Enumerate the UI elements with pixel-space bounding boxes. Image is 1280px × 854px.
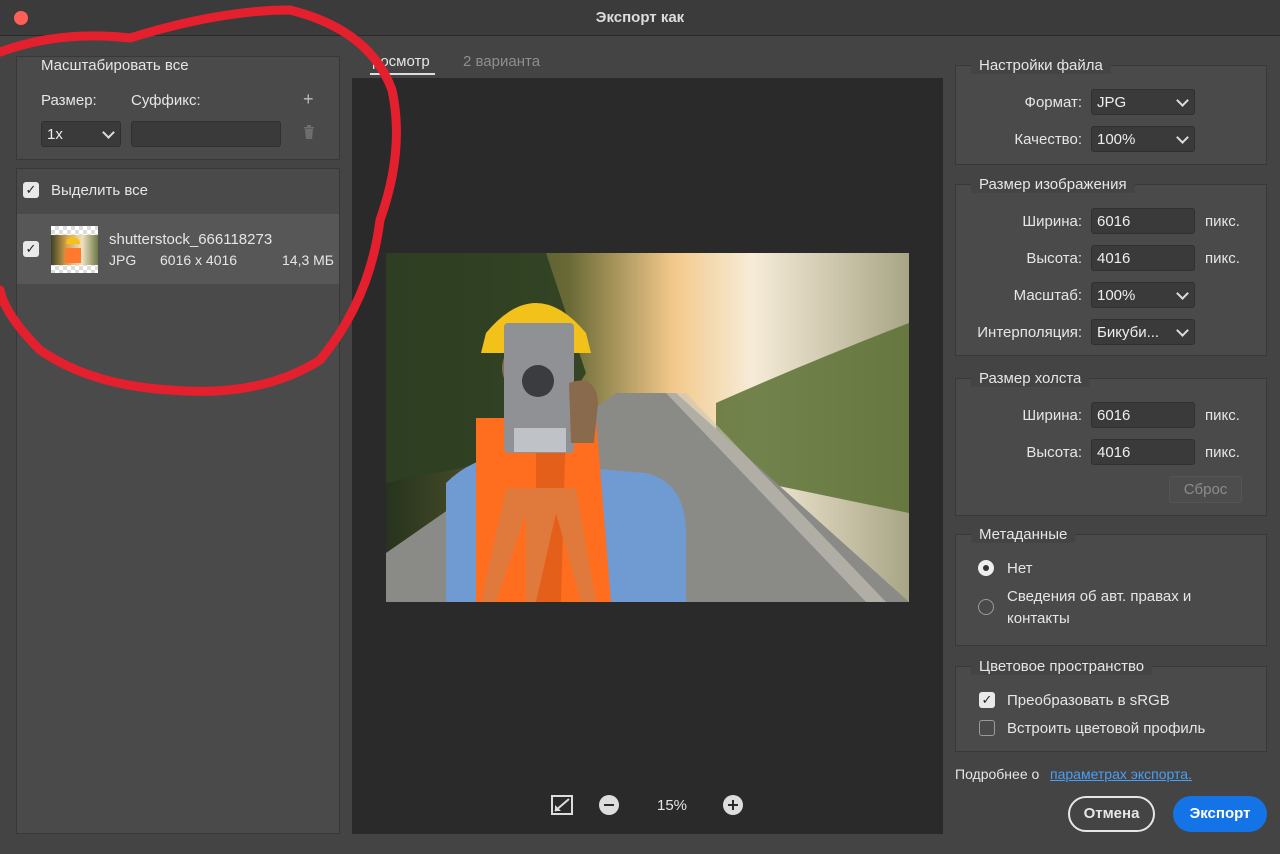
scale-select[interactable]: 100%: [1091, 282, 1195, 308]
canvas-size-heading: Размер холста: [971, 370, 1090, 387]
chevron-down-icon: [1176, 287, 1189, 300]
interpolation-label: Интерполяция:: [977, 324, 1082, 341]
convert-srgb-checkbox[interactable]: ✓: [979, 692, 995, 708]
learn-more-text: Подробнее о: [955, 766, 1040, 782]
color-space-panel: [955, 666, 1267, 752]
scale-label: Масштаб:: [1013, 287, 1082, 304]
metadata-none-radio[interactable]: [978, 560, 994, 576]
chevron-down-icon: [1176, 94, 1189, 107]
format-label: Формат:: [1024, 94, 1082, 111]
quality-select[interactable]: 100%: [1091, 126, 1195, 152]
image-width-label: Ширина:: [1022, 213, 1082, 230]
color-space-heading: Цветовое пространство: [971, 658, 1153, 675]
interpolation-select[interactable]: Бикуби...: [1091, 319, 1195, 345]
zoom-level: 15%: [657, 797, 688, 814]
export-settings-link[interactable]: параметрах экспорта.: [1050, 766, 1192, 782]
metadata-copyright-label-line1: Сведения об авт. правах и: [1007, 588, 1192, 605]
fit-to-screen-icon[interactable]: [551, 795, 573, 815]
interpolation-select-value: Бикуби...: [1097, 324, 1160, 341]
reset-button[interactable]: Сброс: [1169, 476, 1242, 503]
export-as-dialog: Экспорт как Масштабировать все Размер: С…: [0, 0, 1280, 854]
preview-image: [386, 253, 909, 602]
red-annotation-circle: [0, 5, 401, 396]
convert-srgb-label: Преобразовать в sRGB: [1007, 692, 1170, 709]
image-height-unit: пикс.: [1205, 250, 1240, 267]
scale-select-value: 100%: [1097, 287, 1136, 304]
zoom-in-icon[interactable]: [723, 795, 743, 815]
metadata-copyright-radio[interactable]: [978, 599, 994, 615]
chevron-down-icon: [1176, 131, 1189, 144]
format-select-value: JPG: [1097, 94, 1127, 111]
embed-profile-checkbox[interactable]: [979, 720, 995, 736]
quality-label: Качество:: [1014, 131, 1082, 148]
canvas-width-input[interactable]: 6016: [1091, 402, 1195, 428]
metadata-none-label: Нет: [1007, 560, 1033, 577]
image-width-input[interactable]: 6016: [1091, 208, 1195, 234]
canvas-height-unit: пикс.: [1205, 444, 1240, 461]
quality-select-value: 100%: [1097, 131, 1136, 148]
canvas-width-label: Ширина:: [1022, 407, 1082, 424]
canvas-height-label: Высота:: [1026, 444, 1082, 461]
zoom-out-icon[interactable]: [599, 795, 619, 815]
embed-profile-label: Встроить цветовой профиль: [1007, 720, 1206, 737]
metadata-copyright-label-line2: контакты: [1007, 610, 1070, 627]
image-width-unit: пикс.: [1205, 213, 1240, 230]
export-button[interactable]: Экспорт: [1173, 796, 1267, 832]
format-select[interactable]: JPG: [1091, 89, 1195, 115]
canvas-height-input[interactable]: 4016: [1091, 439, 1195, 465]
canvas-width-unit: пикс.: [1205, 407, 1240, 424]
image-size-heading: Размер изображения: [971, 176, 1135, 193]
cancel-button[interactable]: Отмена: [1068, 796, 1155, 832]
metadata-heading: Метаданные: [971, 526, 1076, 543]
file-settings-heading: Настройки файла: [971, 57, 1111, 74]
chevron-down-icon: [1176, 324, 1189, 337]
image-height-label: Высота:: [1026, 250, 1082, 267]
tab-variants[interactable]: 2 варианта: [463, 53, 540, 70]
image-height-input[interactable]: 4016: [1091, 245, 1195, 271]
